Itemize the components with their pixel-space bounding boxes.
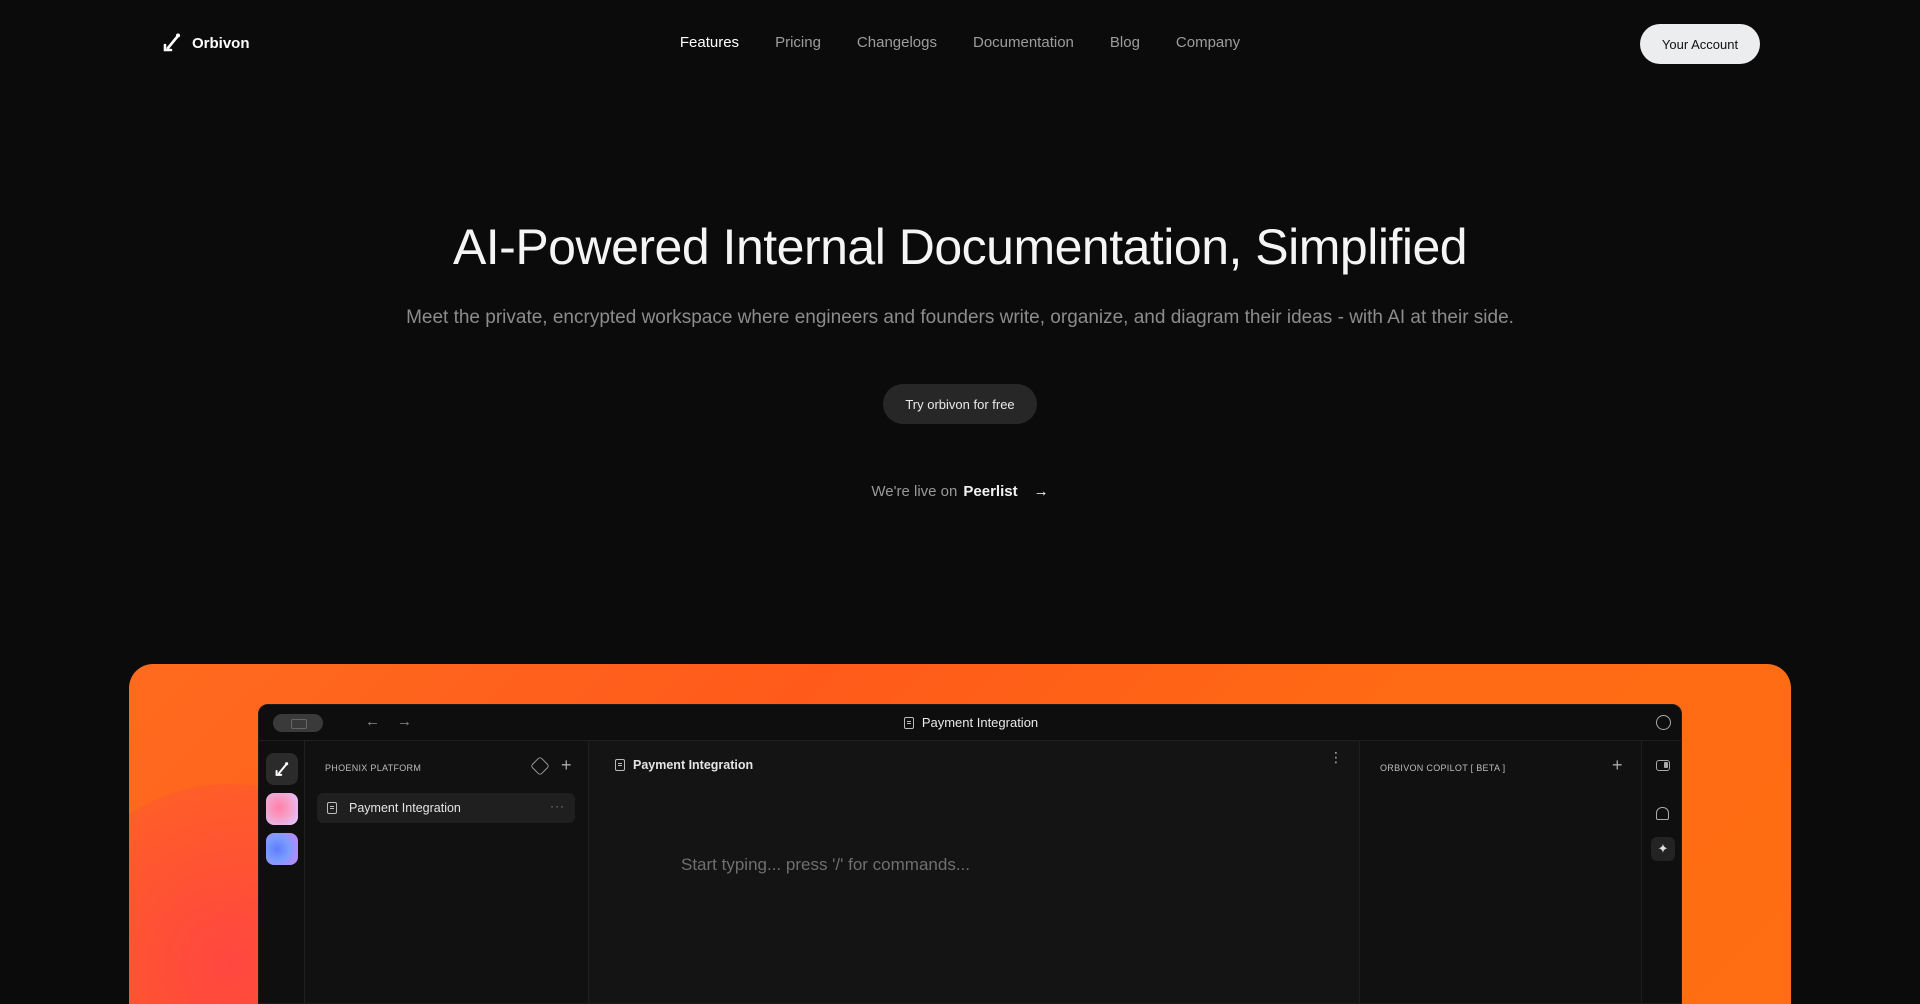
pages-sidebar: PHOENIX PLATFORM + Payment Integration ·… [305, 741, 589, 1003]
sparkle-icon[interactable]: ✦ [1651, 837, 1675, 861]
tag-icon[interactable] [530, 756, 550, 776]
arrow-right-icon: → [1033, 483, 1049, 500]
window-title-text: Payment Integration [921, 715, 1039, 730]
workspace-home-button[interactable] [266, 753, 298, 785]
nav-documentation[interactable]: Documentation [973, 34, 1074, 51]
add-page-icon[interactable]: + [561, 755, 572, 776]
document-icon [903, 716, 914, 729]
window-title: Payment Integration [259, 715, 1681, 730]
hero-title: AI-Powered Internal Documentation, Simpl… [452, 219, 1468, 275]
nav-changelogs[interactable]: Changelogs [857, 34, 937, 51]
sidebar-item-payment-integration[interactable]: Payment Integration ··· [317, 793, 575, 823]
workspace-rail [259, 741, 305, 1003]
try-free-button[interactable]: Try orbivon for free [883, 384, 1037, 424]
more-options-icon[interactable]: ··· [550, 799, 565, 813]
document-editor: Payment Integration ⋮ Start typing... pr… [589, 741, 1359, 1003]
copilot-header: ORBIVON COPILOT [ BETA ] [1380, 763, 1506, 773]
right-rail: ✦ [1641, 741, 1681, 1003]
app-preview-window: ← → Payment Integration PHOENIX PLATFORM… [258, 704, 1682, 1004]
your-account-button[interactable]: Your Account [1640, 24, 1760, 64]
document-icon [327, 802, 337, 814]
document-icon [615, 759, 625, 771]
nav-pricing[interactable]: Pricing [775, 34, 821, 51]
window-titlebar: ← → Payment Integration [259, 705, 1681, 741]
theme-icon[interactable] [1656, 715, 1671, 730]
bell-icon[interactable] [1656, 807, 1669, 820]
copilot-panel: ORBIVON COPILOT [ BETA ] + [1359, 741, 1641, 1003]
live-prefix: We're live on [871, 483, 958, 500]
nav-features[interactable]: Features [680, 34, 739, 51]
editor-menu-icon[interactable]: ⋮ [1329, 750, 1343, 764]
panel-toggle-icon[interactable] [1656, 760, 1670, 771]
sidebar-item-label: Payment Integration [349, 801, 461, 815]
editor-header: Payment Integration [615, 758, 753, 772]
nav-company[interactable]: Company [1176, 34, 1240, 51]
hero-subtitle: Meet the private, encrypted workspace wh… [406, 307, 1514, 328]
peerlist-link[interactable]: We're live on Peerlist → [0, 483, 1920, 500]
editor-input[interactable]: Start typing... press '/' for commands..… [681, 855, 970, 875]
workspace-avatar-blue[interactable] [266, 833, 298, 865]
nav-blog[interactable]: Blog [1110, 34, 1140, 51]
live-brand: Peerlist [963, 483, 1018, 500]
editor-title: Payment Integration [633, 758, 754, 772]
main-menu: Features Pricing Changelogs Documentatio… [0, 34, 1920, 51]
top-nav: Orbivon Features Pricing Changelogs Docu… [0, 0, 1920, 88]
sidebar-header: PHOENIX PLATFORM [325, 763, 422, 773]
workspace-avatar-pink[interactable] [266, 793, 298, 825]
new-chat-icon[interactable]: + [1612, 755, 1623, 776]
orbivon-logo-icon [275, 761, 289, 776]
